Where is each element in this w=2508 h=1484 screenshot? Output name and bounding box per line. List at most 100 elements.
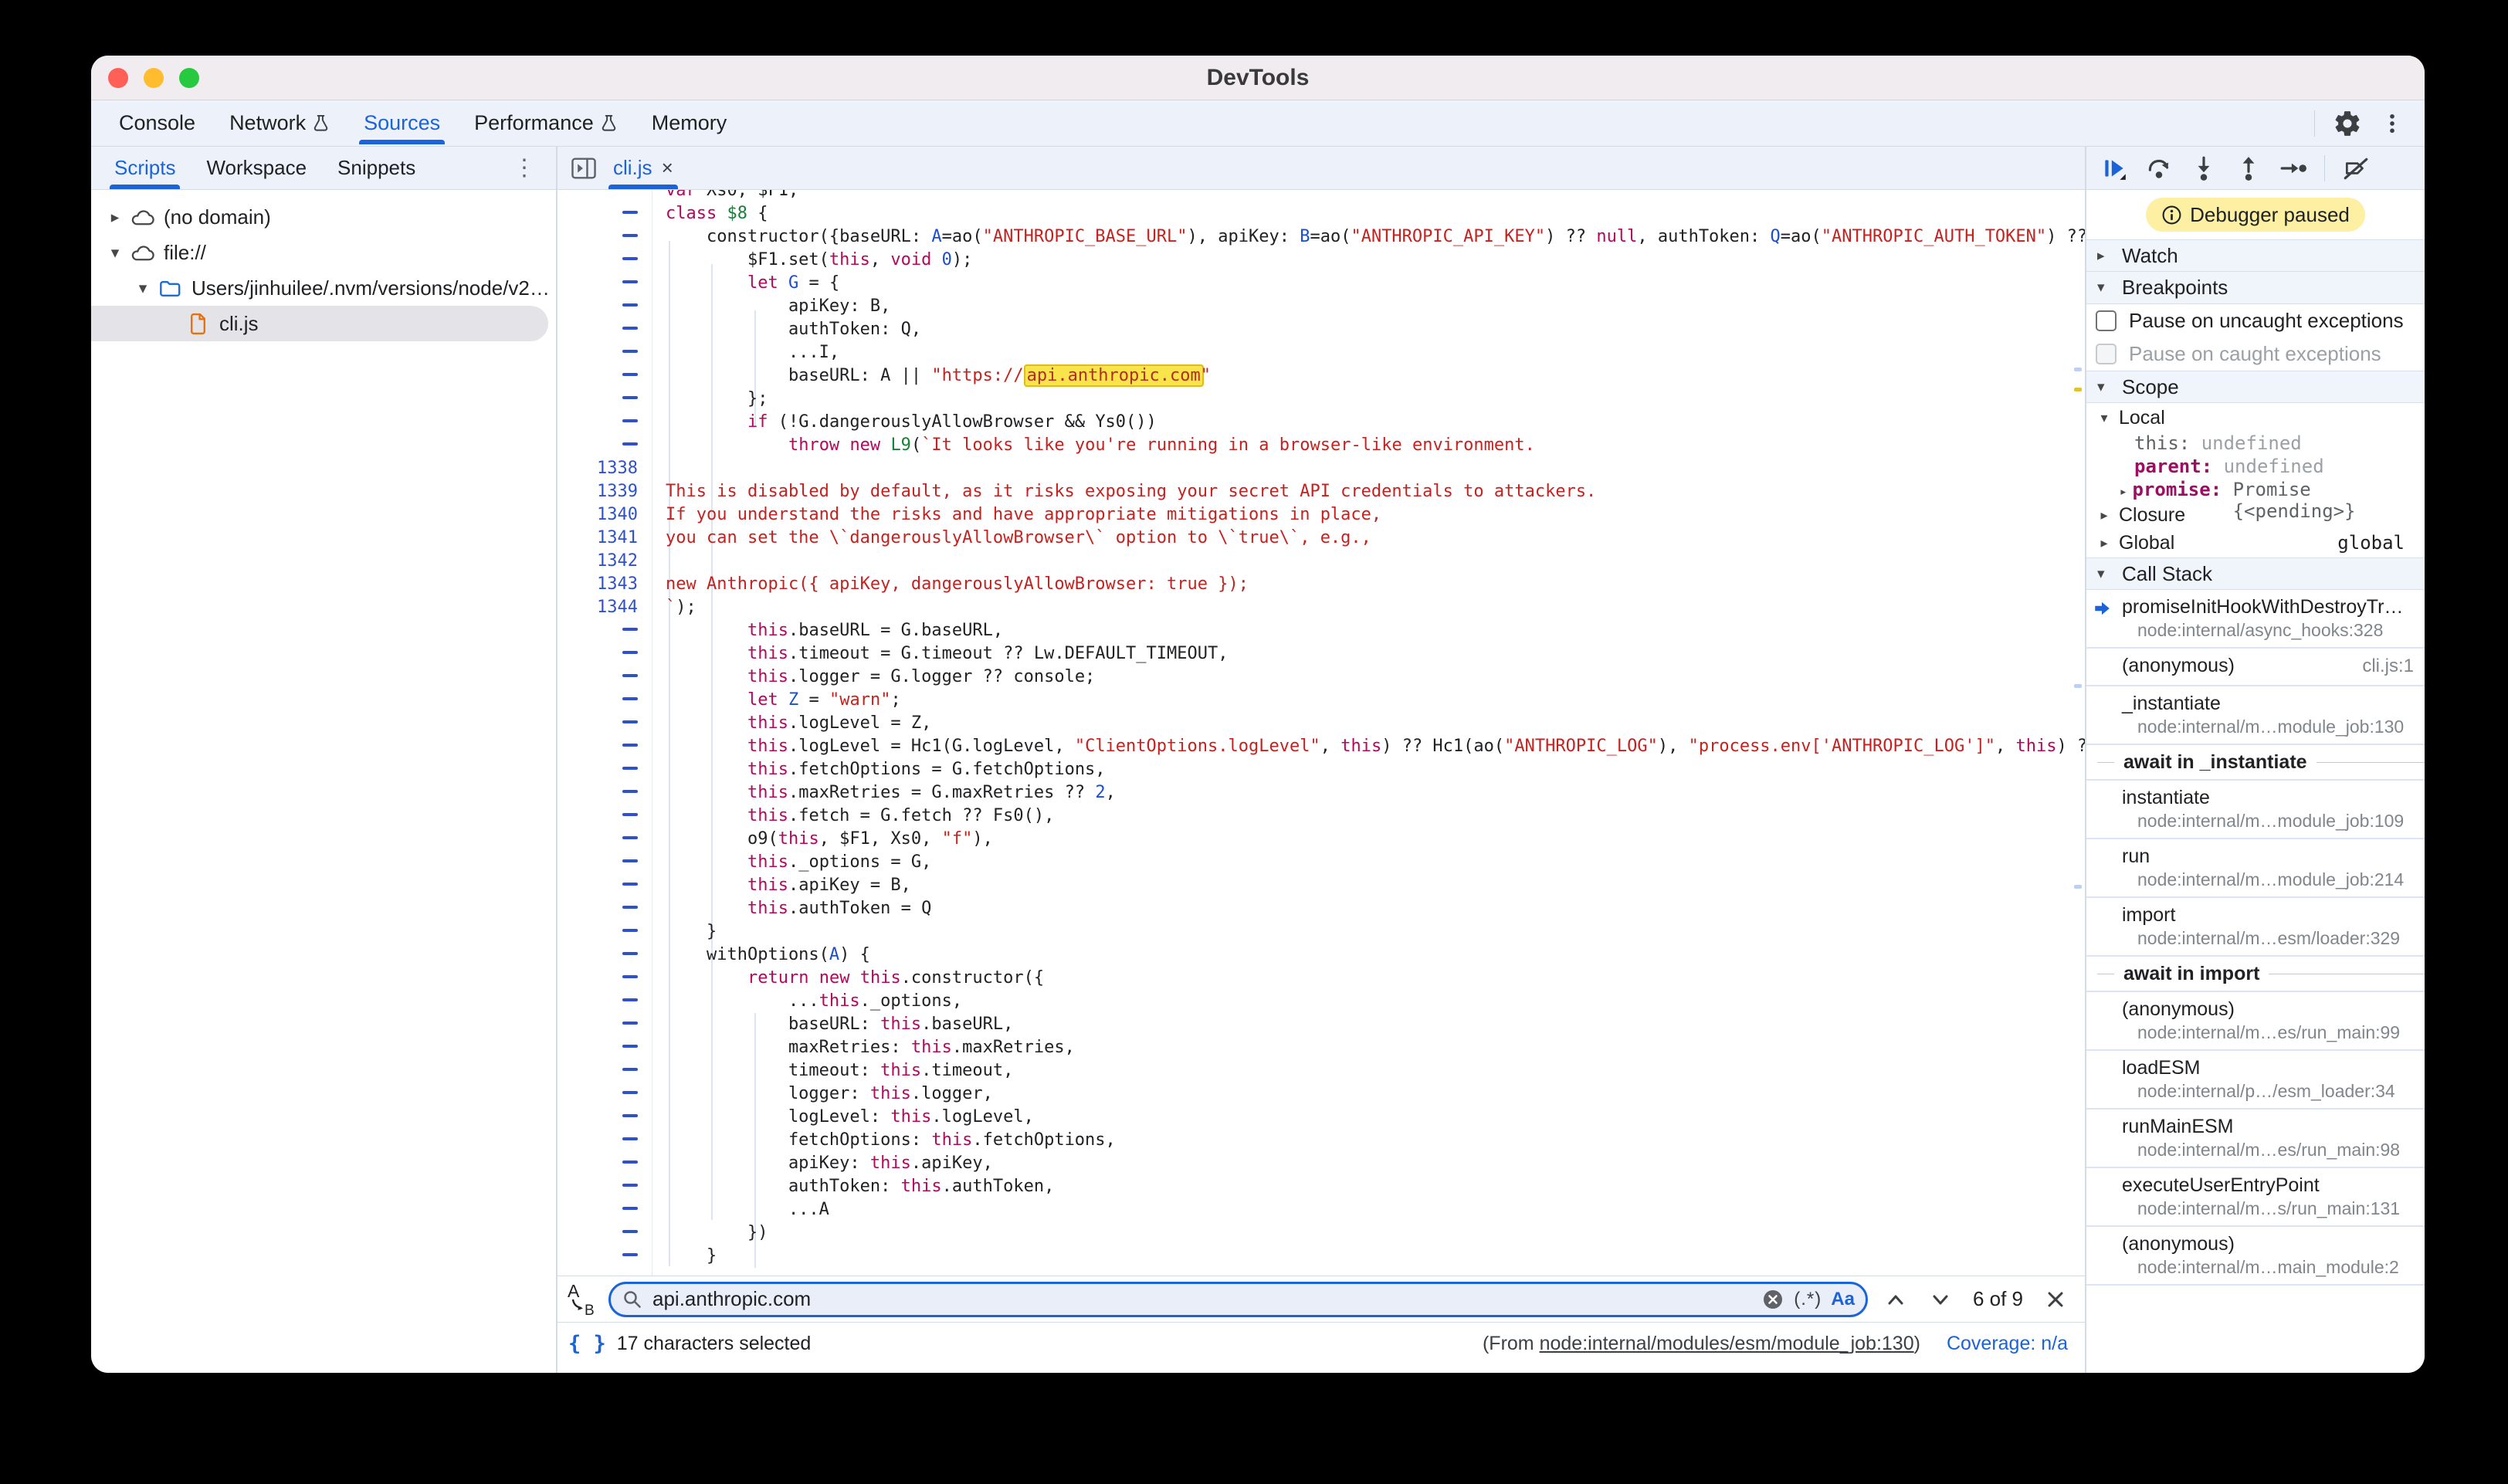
gutter-mapping-dash[interactable] — [558, 341, 652, 364]
breakpoints-section-header[interactable]: ▾ Breakpoints — [2086, 272, 2425, 304]
coverage-link[interactable]: Coverage: n/a — [1947, 1333, 2068, 1355]
gutter-mapping-dash[interactable] — [558, 202, 652, 225]
gutter-mapping-dash[interactable] — [558, 364, 652, 388]
scope-entry-promise[interactable]: ▸ promise: Promise {<pending>} — [2086, 479, 2425, 502]
gutter-mapping-dash[interactable] — [558, 712, 652, 735]
deactivate-breakpoints-button[interactable] — [2342, 154, 2370, 182]
gutter-line-number[interactable]: 1344 — [558, 596, 652, 619]
code-line[interactable]: authToken: Q, — [666, 318, 2085, 341]
code-line[interactable]: withOptions(A) { — [666, 944, 2085, 967]
code-line[interactable]: If you understand the risks and have app… — [666, 503, 2085, 527]
main-tab-console[interactable]: Console — [102, 100, 212, 146]
gutter-mapping-dash[interactable] — [558, 411, 652, 434]
call-stack-frame[interactable]: instantiatenode:internal/m…module_job:10… — [2086, 781, 2425, 839]
code-line[interactable]: fetchOptions: this.fetchOptions, — [666, 1129, 2085, 1152]
source-link[interactable]: node:internal/modules/esm/module_job:130 — [1540, 1333, 1914, 1354]
call-stack-frame[interactable]: runMainESMnode:internal/m…es/run_main:98 — [2086, 1110, 2425, 1168]
pause-uncaught-checkbox[interactable] — [2096, 310, 2117, 331]
gutter-mapping-dash[interactable] — [558, 781, 652, 805]
gutter-mapping-dash[interactable] — [558, 1106, 652, 1129]
code-line[interactable]: class $8 { — [666, 202, 2085, 225]
code-line[interactable]: ...A — [666, 1198, 2085, 1221]
gutter-mapping-dash[interactable] — [558, 295, 652, 318]
code-line[interactable]: this.fetch = G.fetch ?? Fs0(), — [666, 805, 2085, 828]
gutter-mapping-dash[interactable] — [558, 318, 652, 341]
code-editor[interactable]: 1338133913401341134213431344 var Xs0, $F… — [558, 190, 2085, 1276]
code-line[interactable]: this.apiKey = B, — [666, 874, 2085, 897]
gutter-mapping-dash[interactable] — [558, 1083, 652, 1106]
call-stack-frame[interactable]: (anonymous)cli.js:1 — [2086, 649, 2425, 686]
gutter-mapping-dash[interactable] — [558, 272, 652, 295]
code-line[interactable]: this.logLevel = Z, — [666, 712, 2085, 735]
gutter-mapping-dash[interactable] — [558, 851, 652, 874]
step-button[interactable] — [2279, 154, 2307, 182]
code-line[interactable]: this.fetchOptions = G.fetchOptions, — [666, 758, 2085, 781]
call-stack-frame[interactable]: executeUserEntryPointnode:internal/m…s/r… — [2086, 1168, 2425, 1227]
main-tab-performance[interactable]: Performance — [457, 100, 635, 146]
code-line[interactable]: authToken: this.authToken, — [666, 1175, 2085, 1198]
code-line[interactable]: constructor({baseURL: A=ao("ANTHROPIC_BA… — [666, 225, 2085, 249]
code-line[interactable]: you can set the \`dangerouslyAllowBrowse… — [666, 527, 2085, 550]
hide-navigator-button[interactable] — [565, 150, 602, 187]
code-line[interactable]: }; — [666, 388, 2085, 411]
zoom-window-button[interactable] — [179, 68, 199, 88]
code-line[interactable]: } — [666, 1245, 2085, 1268]
main-tab-sources[interactable]: Sources — [347, 100, 457, 146]
close-tab-icon[interactable]: × — [662, 156, 673, 180]
code-line[interactable]: this.authToken = Q — [666, 897, 2085, 920]
code-line[interactable]: this.maxRetries = G.maxRetries ?? 2, — [666, 781, 2085, 805]
gutter-mapping-dash[interactable] — [558, 735, 652, 758]
regex-toggle[interactable]: (.*) — [1794, 1289, 1822, 1310]
gutter-mapping-dash[interactable] — [558, 897, 652, 920]
code-line[interactable]: return new this.constructor({ — [666, 967, 2085, 990]
close-search-button[interactable] — [2039, 1282, 2072, 1316]
code-line[interactable]: logLevel: this.logLevel, — [666, 1106, 2085, 1129]
gutter-mapping-dash[interactable] — [558, 666, 652, 689]
gutter-mapping-dash[interactable] — [558, 967, 652, 990]
tree-item-users-jinhuilee-nvm-versions-node-v2-[interactable]: ▾Users/jinhuilee/.nvm/versions/node/v2… — [91, 270, 556, 306]
gutter-mapping-dash[interactable] — [558, 1059, 652, 1083]
gutter-mapping-dash[interactable] — [558, 758, 652, 781]
gutter-mapping-dash[interactable] — [558, 1013, 652, 1036]
call-stack-frame[interactable]: (anonymous)node:internal/m…main_module:2 — [2086, 1227, 2425, 1286]
code-line[interactable]: if (!G.dangerouslyAllowBrowser && Ys0()) — [666, 411, 2085, 434]
gutter-mapping-dash[interactable] — [558, 225, 652, 249]
call-stack-frame[interactable]: (anonymous)node:internal/m…es/run_main:9… — [2086, 992, 2425, 1051]
search-in-file-icon[interactable]: AB — [565, 1282, 598, 1317]
code-line[interactable]: baseURL: A || "https://api.anthropic.com… — [666, 364, 2085, 388]
code-line[interactable] — [666, 550, 2085, 573]
code-line[interactable]: This is disabled by default, as it risks… — [666, 480, 2085, 503]
navigator-tab-workspace[interactable]: Workspace — [191, 147, 322, 189]
code-line[interactable]: o9(this, $F1, Xs0, "f"), — [666, 828, 2085, 851]
gutter-mapping-dash[interactable] — [558, 1245, 652, 1268]
code-line[interactable]: $F1.set(this, void 0); — [666, 249, 2085, 272]
previous-match-button[interactable] — [1879, 1282, 1913, 1316]
code-line[interactable]: apiKey: B, — [666, 295, 2085, 318]
gutter-line-number[interactable]: 1338 — [558, 457, 652, 480]
gutter-mapping-dash[interactable] — [558, 1221, 652, 1245]
navigator-tab-scripts[interactable]: Scripts — [99, 147, 191, 189]
gutter-line-number[interactable] — [558, 190, 652, 202]
gutter-mapping-dash[interactable] — [558, 990, 652, 1013]
scope-local-section[interactable]: ▾ Local — [2086, 403, 2425, 432]
gutter-line-number[interactable]: 1343 — [558, 573, 652, 596]
code-line[interactable] — [666, 457, 2085, 480]
scope-section-header[interactable]: ▾ Scope — [2086, 371, 2425, 403]
code-line[interactable]: this.timeout = G.timeout ?? Lw.DEFAULT_T… — [666, 642, 2085, 666]
line-number-gutter[interactable]: 1338133913401341134213431344 — [558, 190, 652, 1268]
step-over-button[interactable] — [2145, 154, 2173, 182]
gutter-mapping-dash[interactable] — [558, 249, 652, 272]
gutter-mapping-dash[interactable] — [558, 689, 652, 712]
code-line[interactable]: maxRetries: this.maxRetries, — [666, 1036, 2085, 1059]
next-match-button[interactable] — [1923, 1282, 1957, 1316]
code-line[interactable]: this.logger = G.logger ?? console; — [666, 666, 2085, 689]
code-line[interactable]: baseURL: this.baseURL, — [666, 1013, 2085, 1036]
gutter-mapping-dash[interactable] — [558, 828, 652, 851]
gutter-line-number[interactable]: 1340 — [558, 503, 652, 527]
code-line[interactable]: `); — [666, 596, 2085, 619]
code-line[interactable]: this._options = G, — [666, 851, 2085, 874]
code-line[interactable]: ...I, — [666, 341, 2085, 364]
search-input[interactable]: api.anthropic.com (.*) Aa — [608, 1282, 1868, 1317]
gutter-mapping-dash[interactable] — [558, 944, 652, 967]
callstack-section-header[interactable]: ▾ Call Stack — [2086, 557, 2425, 590]
